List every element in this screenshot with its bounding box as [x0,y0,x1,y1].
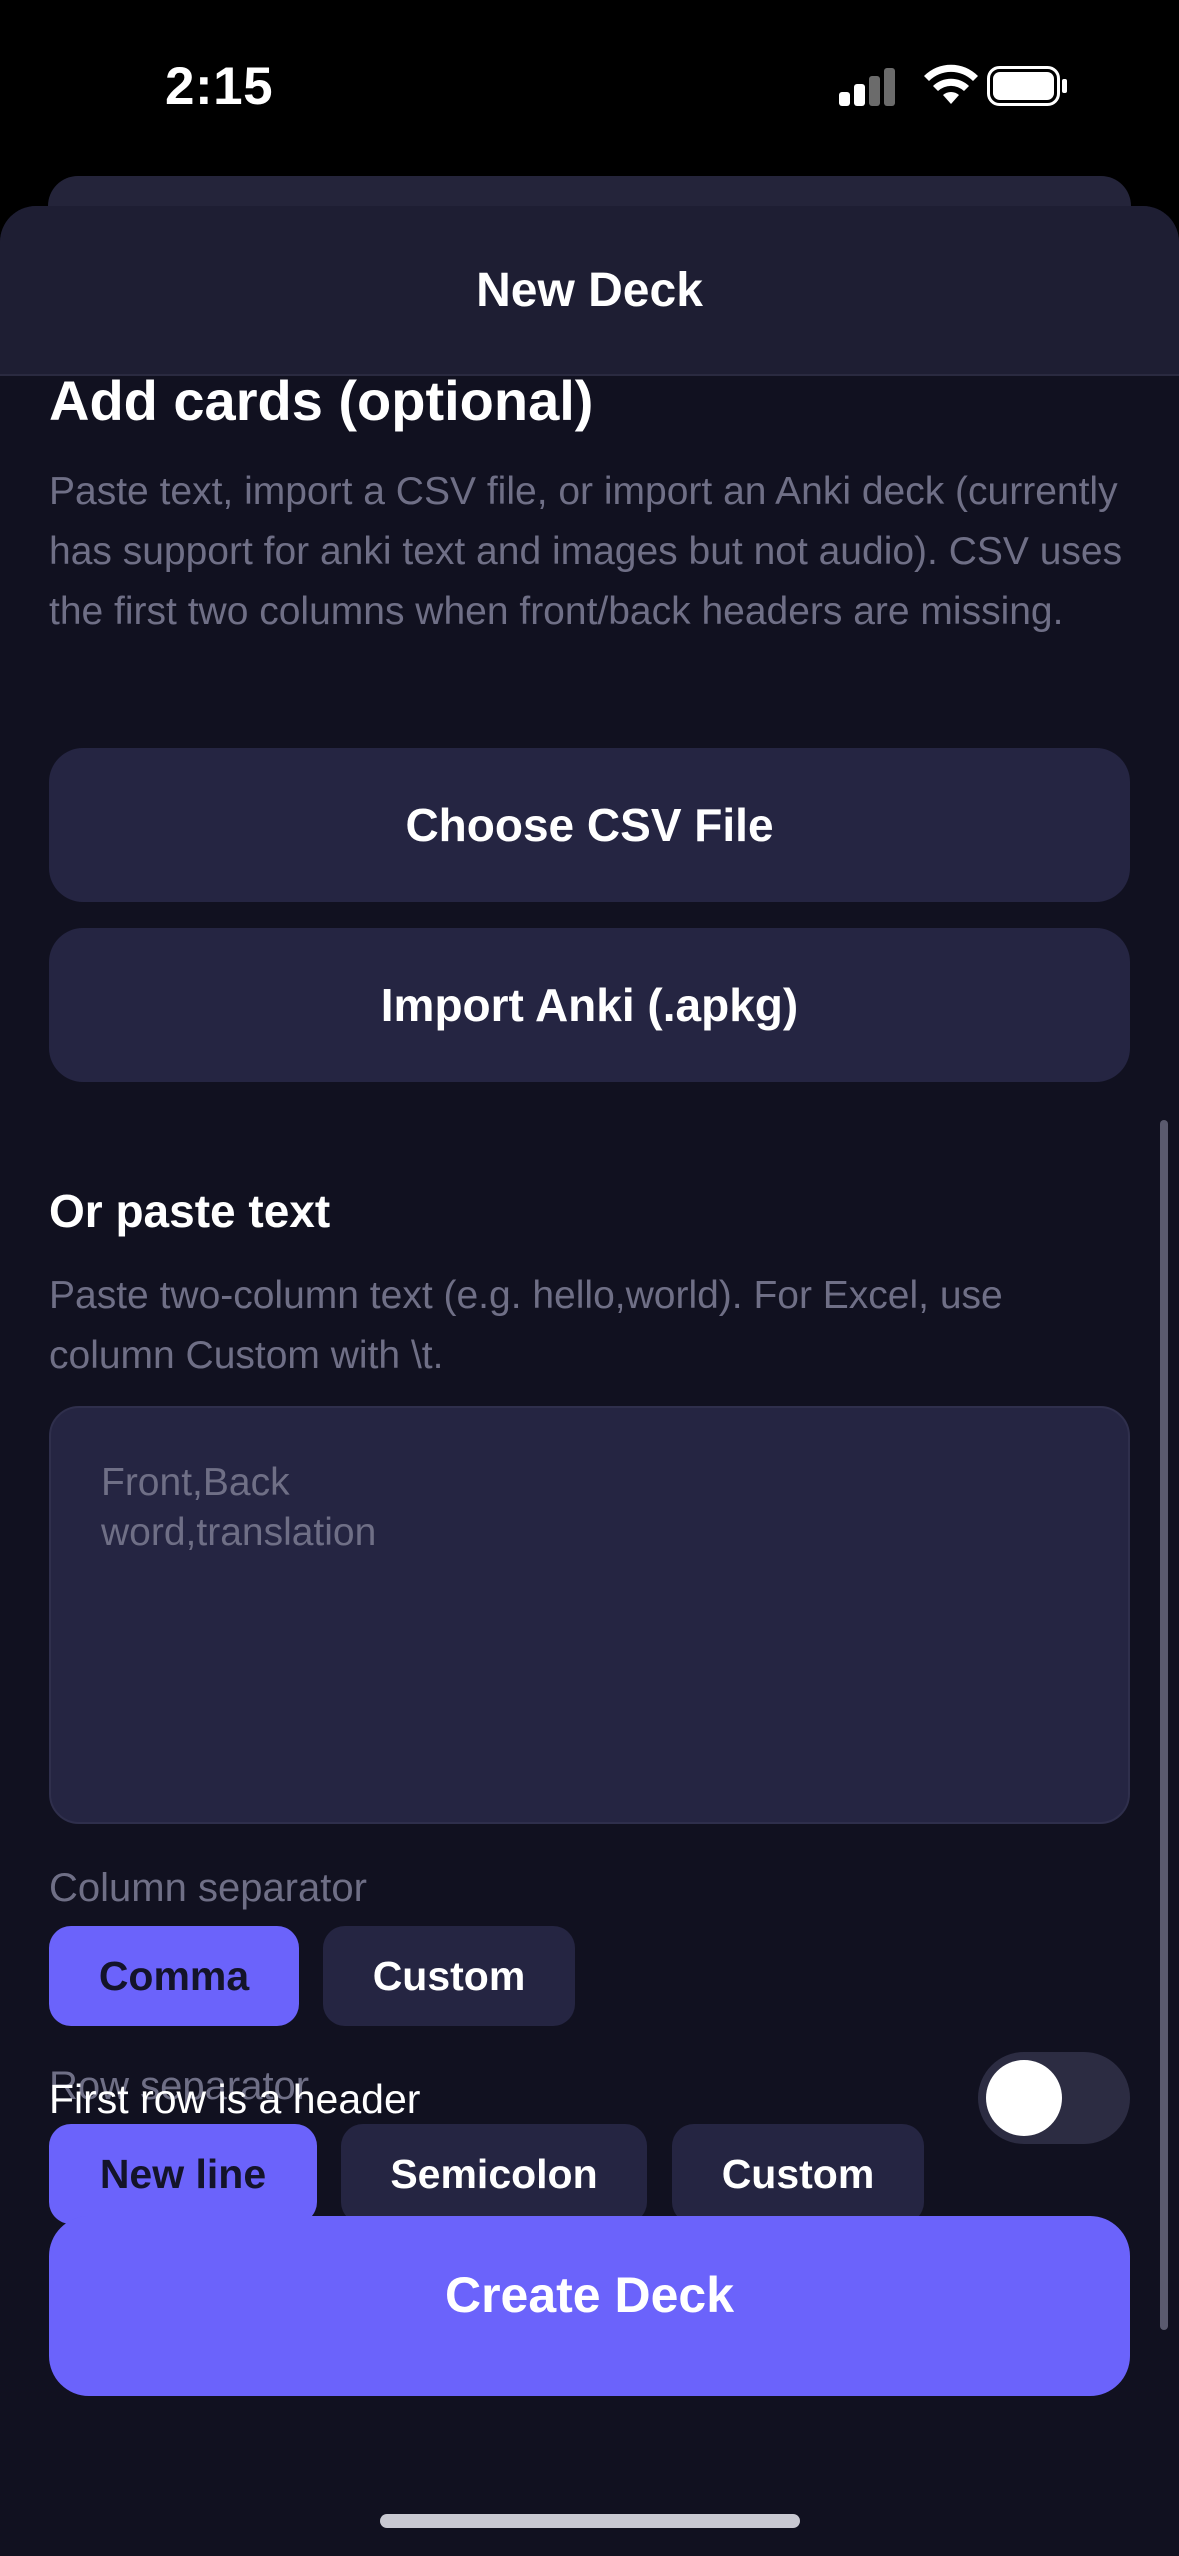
toggle-knob [986,2060,1062,2136]
row-separator-newline[interactable]: New line [49,2124,317,2224]
row-separator-custom[interactable]: Custom [672,2124,924,2224]
column-separator-comma[interactable]: Comma [49,1926,299,2026]
signal-icon [839,68,897,106]
import-anki-button[interactable]: Import Anki (.apkg) [49,928,1130,1082]
sheet-title: New Deck [476,263,703,317]
battery-icon [987,66,1067,106]
column-separator-custom[interactable]: Custom [323,1926,575,2026]
choose-csv-button[interactable]: Choose CSV File [49,748,1130,902]
add-cards-description: Paste text, import a CSV file, or import… [49,470,1123,633]
column-separator-label: Column separator [49,1866,367,1910]
header-toggle-label: First row is a header [49,2076,421,2122]
paste-text-heading: Or paste text [49,1185,331,1237]
status-time: 2:15 [165,57,274,116]
create-deck-button[interactable]: Create Deck [49,2216,1130,2396]
home-indicator [380,2514,800,2528]
add-cards-heading: Add cards (optional) [49,369,594,432]
header-toggle[interactable] [978,2052,1130,2144]
paste-text-description: Paste two-column text (e.g. hello,world)… [49,1274,1003,1377]
scrollbar[interactable] [1160,1120,1168,2330]
wifi-icon [924,64,978,104]
new-deck-sheet: New Deck Add cards (optional) Paste text… [0,206,1179,2556]
status-bar: 2:15 [0,0,1179,170]
paste-text-input[interactable]: Front,Back word,translation [49,1406,1130,1824]
sheet-header: New Deck [0,206,1179,376]
row-separator-semicolon[interactable]: Semicolon [341,2124,647,2224]
